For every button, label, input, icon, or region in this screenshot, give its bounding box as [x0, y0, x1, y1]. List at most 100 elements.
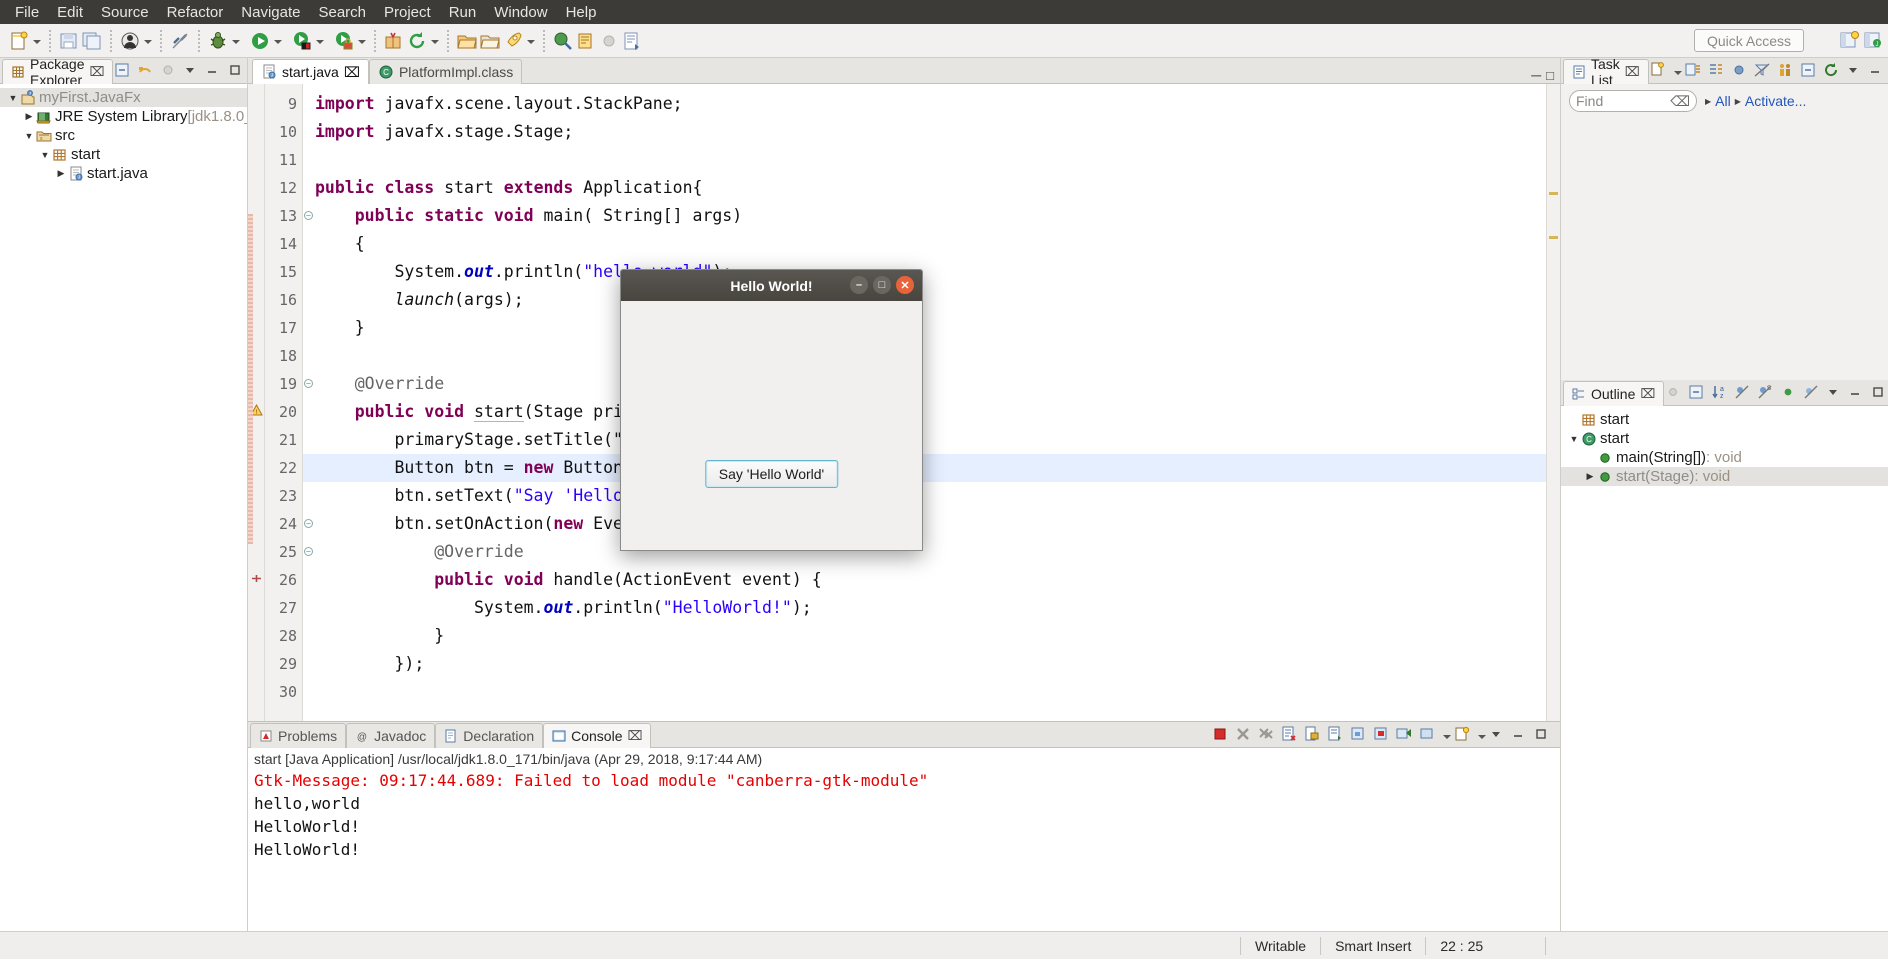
link-broken-icon[interactable]	[169, 30, 191, 52]
ruler-mark[interactable]	[1549, 192, 1558, 195]
chevron-down-icon[interactable]: ▼	[22, 131, 36, 141]
close-icon[interactable]: ⌧	[1640, 386, 1655, 402]
toolbar-group-package[interactable]	[379, 30, 444, 52]
console-tabrow[interactable]: Problems @ Javadoc Declaration Console ⌧	[248, 722, 1560, 748]
new-console-icon[interactable]	[1453, 725, 1475, 747]
maximize-icon[interactable]: □	[873, 276, 891, 294]
code-line[interactable]: {	[303, 230, 1546, 258]
sort-icon[interactable]: az	[1710, 383, 1732, 405]
minimize-icon[interactable]: –	[850, 276, 868, 294]
menu-item-window[interactable]: Window	[485, 2, 556, 23]
edit-icon[interactable]	[575, 30, 597, 52]
code-line[interactable]: public void handle(ActionEvent event) {	[303, 566, 1546, 594]
editor-tabrow[interactable]: Jstart.java ⌧ C PlatformImpl.class ─ □	[248, 58, 1560, 84]
editor-tab-platformimpl-class[interactable]: C PlatformImpl.class	[368, 59, 523, 84]
tab-outline[interactable]: Outline ⌧	[1563, 381, 1665, 406]
outline-item-start-stage-[interactable]: ▶ start(Stage) : void	[1561, 467, 1888, 486]
code-line[interactable]: });	[303, 650, 1546, 678]
focus-icon[interactable]	[1730, 61, 1752, 83]
menu-item-navigate[interactable]: Navigate	[232, 2, 309, 23]
hide-static-icon[interactable]: S	[1756, 383, 1778, 405]
coverage-icon[interactable]	[291, 30, 313, 52]
refresh-dropdown-icon[interactable]	[429, 30, 440, 52]
editor-tab-start-java[interactable]: Jstart.java ⌧	[252, 59, 369, 84]
refresh-icon[interactable]	[406, 30, 428, 52]
outline-tree[interactable]: start ▼ Cstart main(String[]) : void ▶ start(…	[1561, 406, 1888, 486]
chevron-down-icon[interactable]: ▼	[38, 150, 52, 160]
presentation-icon[interactable]	[1707, 61, 1729, 83]
synchronize-icon[interactable]	[1822, 61, 1844, 83]
open-console-icon[interactable]	[1395, 725, 1417, 747]
remove-launch-icon[interactable]	[1234, 725, 1256, 747]
search-rocket-icon[interactable]	[502, 30, 524, 52]
display-selected-icon[interactable]	[1372, 725, 1394, 747]
editor-overview-ruler[interactable]	[1546, 84, 1560, 721]
tree-item-src[interactable]: ▼ s src	[0, 126, 247, 145]
open-console-menu-icon[interactable]	[1418, 725, 1440, 747]
view-menu-icon[interactable]	[1825, 383, 1847, 405]
run-icon[interactable]	[249, 30, 271, 52]
find-input[interactable]: Find ⌫	[1569, 90, 1697, 112]
task-list-filter-bar[interactable]: Find ⌫ ▶ All ▶ Activate...	[1561, 84, 1888, 118]
code-line[interactable]: import javafx.scene.layout.StackPane;	[303, 90, 1546, 118]
pin-console-icon[interactable]	[1349, 725, 1371, 747]
coverage-dropdown-icon[interactable]	[314, 30, 325, 52]
collapse-all-icon[interactable]	[1687, 383, 1709, 405]
package-explorer-tree[interactable]: ▼ JmyFirst.JavaFx ▶ JRE System Library [jdk…	[0, 84, 247, 183]
breadcrumb-activate[interactable]: Activate...	[1745, 93, 1806, 109]
menu-item-file[interactable]: File	[6, 2, 48, 23]
new-console-dropdown-icon[interactable]	[1476, 725, 1487, 747]
tree-item-myfirst-javafx[interactable]: ▼ JmyFirst.JavaFx	[0, 88, 247, 107]
menu-item-project[interactable]: Project	[375, 2, 440, 23]
view-menu-icon[interactable]	[1488, 725, 1510, 747]
external-tools-icon[interactable]	[621, 30, 643, 52]
hide-nonpublic-icon[interactable]	[1779, 383, 1801, 405]
change-marker-icon[interactable]	[250, 572, 263, 585]
tree-item-start[interactable]: ▼ start	[0, 145, 247, 164]
new-package-icon[interactable]	[383, 30, 405, 52]
bottom-tab-declaration[interactable]: Declaration	[435, 723, 544, 748]
chevron-right-icon[interactable]: ▶	[54, 168, 68, 179]
run-secure-dropdown-icon[interactable]	[356, 30, 367, 52]
code-line[interactable]: btn.setOnAction(new EventHandler<ActionE…	[303, 510, 1546, 538]
new-task-icon[interactable]	[1649, 61, 1671, 83]
tree-item-jre-system-library[interactable]: ▶ JRE System Library [jdk1.8.0_171]	[0, 107, 247, 126]
code-line[interactable]	[303, 342, 1546, 370]
breadcrumb-all[interactable]: All	[1715, 93, 1731, 109]
minimize-icon[interactable]	[1848, 383, 1870, 405]
toolbar-group-new[interactable]	[4, 30, 46, 52]
code-line[interactable]: }	[303, 622, 1546, 650]
outline-tabrow[interactable]: Outline ⌧ az S	[1561, 380, 1888, 406]
person-icon[interactable]	[119, 30, 141, 52]
quick-access-field[interactable]: Quick Access	[1694, 29, 1804, 52]
toolbar-group-person[interactable]	[115, 30, 157, 52]
code-line[interactable]: btn.setText("Say 'Hello World'");	[303, 482, 1546, 510]
word-wrap-icon[interactable]	[1326, 725, 1348, 747]
collapse-all-icon[interactable]	[1799, 61, 1821, 83]
open-console-dropdown-icon[interactable]	[1441, 725, 1452, 747]
console-output[interactable]: start [Java Application] /usr/local/jdk1…	[248, 748, 1560, 931]
save-all-icon[interactable]	[81, 30, 103, 52]
editor-marker-column[interactable]: !	[248, 84, 265, 721]
search-dropdown-icon[interactable]	[525, 30, 536, 52]
outline-item-start[interactable]: ▼ Cstart	[1561, 429, 1888, 448]
run-dropdown-icon[interactable]	[272, 30, 283, 52]
ruler-mark[interactable]	[1549, 236, 1558, 239]
working-sets-icon[interactable]	[1776, 61, 1798, 83]
toolbar-group-link[interactable]	[165, 30, 195, 52]
menu-item-refactor[interactable]: Refactor	[158, 2, 233, 23]
open-folder-icon[interactable]	[456, 30, 478, 52]
run-secure-icon[interactable]	[333, 30, 355, 52]
java-perspective-icon[interactable]: J	[1862, 29, 1884, 51]
open-type-icon[interactable]	[479, 30, 501, 52]
outline-body[interactable]: start ▼ Cstart main(String[]) : void ▶ start(…	[1561, 406, 1888, 931]
clear-find-icon[interactable]: ⌫	[1670, 93, 1690, 110]
bottom-tab-console[interactable]: Console ⌧	[543, 723, 652, 748]
tab-package-explorer[interactable]: Package Explorer ⌧	[2, 56, 114, 88]
code-line[interactable]: }	[303, 314, 1546, 342]
close-icon[interactable]: ⌧	[628, 728, 643, 744]
close-icon[interactable]: ✕	[896, 276, 914, 294]
code-line[interactable]: public static void main( String[] args)	[303, 202, 1546, 230]
code-line[interactable]: public class start extends Application{	[303, 174, 1546, 202]
code-line[interactable]: launch(args);	[303, 286, 1546, 314]
